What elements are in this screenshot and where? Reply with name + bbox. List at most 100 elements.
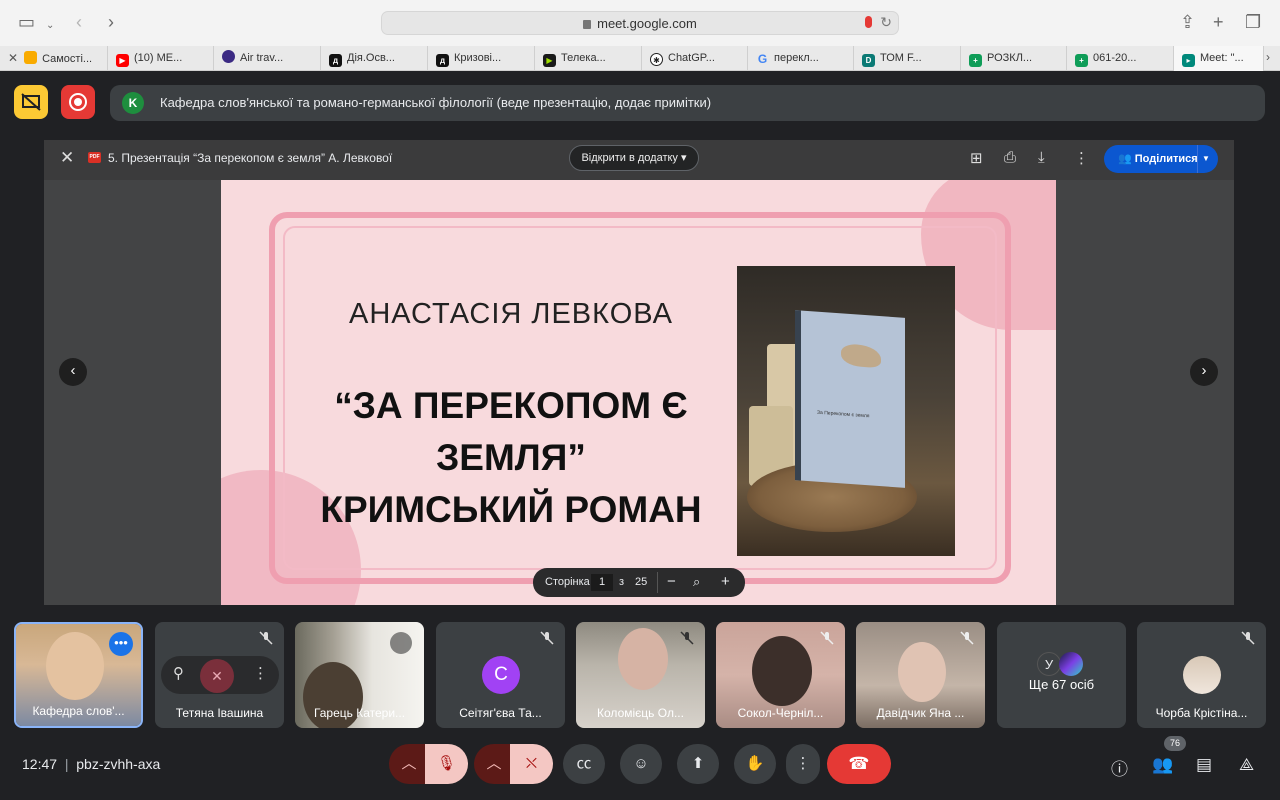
participant-tile[interactable]: С Сеітяг'єва Та... [436, 622, 565, 728]
mic-off-icon [820, 631, 834, 645]
tab-7[interactable]: Gперекл... [748, 46, 854, 71]
print-icon[interactable]: ⎙ [1004, 149, 1016, 166]
chevron-down-icon[interactable]: ⌄ [46, 16, 54, 36]
open-with-button[interactable]: Відкрити в додатку ▾ [569, 145, 699, 171]
end-call-button[interactable]: ☎ [827, 744, 891, 784]
chevron-left-icon: ‹ [70, 362, 76, 379]
microphone-active-icon[interactable] [865, 16, 872, 28]
previous-page-button[interactable]: ‹ [59, 358, 87, 386]
more-participants-tile[interactable]: У Ще 67 осіб [997, 622, 1126, 728]
presentation-banner: K Кафедра слов'янської та романо-германс… [110, 85, 1265, 121]
chatgpt-icon: ✱ [650, 53, 663, 66]
chat-icon[interactable]: ▤ [1196, 755, 1212, 775]
new-tab-icon[interactable]: + [1213, 12, 1224, 32]
chevron-up-icon: ︿ [486, 755, 502, 772]
face-shape [898, 642, 946, 702]
tab-bar: ✕ Самості... ▶ (10) МЕ... Air trav... д Дія… [0, 46, 1280, 71]
hand-icon: ✋ [745, 755, 765, 772]
tab-4[interactable]: д Кризові... [428, 46, 535, 71]
recording-button[interactable] [61, 85, 95, 119]
back-icon[interactable]: ‹ [76, 12, 82, 32]
present-button[interactable]: ⬆ [677, 744, 719, 784]
participant-name: Тетяна Івашина [175, 706, 264, 720]
share-icon[interactable]: ⇪ [1180, 12, 1195, 32]
tab-overflow-icon[interactable]: › [1266, 50, 1270, 64]
tab-6[interactable]: ✱ ChatGP... [642, 46, 748, 71]
people-icon: 👥 [1118, 153, 1132, 165]
diia-icon: д [436, 54, 449, 67]
participant-tile[interactable]: ⚲ ✕ ⋮ Тетяна Івашина [155, 622, 284, 728]
address-bar[interactable]: meet.google.com ↻ [381, 11, 899, 35]
participant-name: Чорба Крістіна... [1155, 706, 1248, 720]
participant-tile[interactable]: Давідчик Яна ... [856, 622, 985, 728]
tab-0[interactable]: ✕ Самості... [0, 46, 108, 71]
favicon-icon: D [862, 54, 875, 67]
book-photo: За Перекопом є земля [737, 266, 955, 556]
meeting-time: 12:47 [22, 756, 58, 772]
zoom-in-icon[interactable]: + [721, 572, 730, 592]
next-page-button[interactable]: › [1190, 358, 1218, 386]
tab-11-active[interactable]: ▸ Meet: "... [1174, 46, 1264, 71]
participant-tile[interactable]: Чорба Крістіна... [1137, 622, 1266, 728]
sidebar-toggle-icon[interactable]: ▭ [18, 12, 35, 32]
tab-5[interactable]: ▶ Телека... [535, 46, 642, 71]
tab-8[interactable]: D ТОМ F... [854, 46, 961, 71]
present-screen-icon: ⬆ [691, 755, 705, 772]
tab-9[interactable]: + РОЗКЛ... [961, 46, 1067, 71]
google-icon: G [757, 52, 768, 66]
tab-2[interactable]: Air trav... [214, 46, 321, 71]
audio-options-button[interactable]: ︿ [389, 744, 429, 784]
emoji-icon: ☺ [633, 755, 649, 772]
close-icon[interactable]: ✕ [60, 148, 74, 168]
share-dropdown-icon[interactable]: ▼ [1202, 145, 1210, 173]
microphone-toggle-button[interactable]: 🎙 [425, 744, 468, 784]
slide-author: АНАСТАСІЯ ЛЕВКОВА [349, 298, 673, 330]
tab-10[interactable]: +061-20... [1067, 46, 1174, 71]
page-control: Сторінка 1 з 25 − ⌕ + [533, 568, 745, 597]
participant-tile[interactable]: Коломієць Ол... [576, 622, 705, 728]
participant-tile[interactable]: ••• Кафедра слов'... [14, 622, 143, 728]
participant-tile[interactable]: Гарець Катери... [295, 622, 424, 728]
diia-icon: д [329, 54, 342, 67]
reload-icon[interactable]: ↻ [880, 14, 892, 31]
document-title: 5. Презентація “За перекопом є земля” А.… [108, 151, 393, 165]
participant-avatar: С [482, 656, 520, 694]
more-options-icon[interactable]: ⋮ [253, 664, 268, 682]
download-icon[interactable]: ⤓ [1038, 149, 1045, 166]
youtube-icon: ▶ [116, 54, 129, 67]
close-icon[interactable]: ✕ [8, 51, 18, 65]
lock-icon [583, 20, 592, 29]
slide-title: “ЗА ПЕРЕКОПОМ Є ЗЕМЛЯ” КРИМСЬКИЙ РОМАН [320, 385, 702, 530]
zoom-out-icon[interactable]: − [667, 572, 676, 592]
forward-icon[interactable]: › [108, 12, 114, 32]
people-icon[interactable]: 👥 [1152, 755, 1173, 775]
more-options-icon[interactable]: ⋮ [1074, 149, 1089, 167]
raise-hand-button[interactable]: ✋ [734, 744, 776, 784]
tab-3[interactable]: д Дія.Осв... [321, 46, 428, 71]
meeting-details-icon[interactable]: ⓘ [1111, 755, 1128, 780]
video-options-button[interactable]: ︿ [474, 744, 514, 784]
add-comment-icon[interactable]: ⊞ [970, 149, 983, 167]
more-options-icon: ⋮ [795, 755, 811, 772]
activities-icon[interactable]: ⟁ [1239, 755, 1254, 775]
mute-participant-icon[interactable]: ✕ [200, 659, 234, 693]
camera-toggle-button[interactable]: ⛌ [510, 744, 553, 784]
tab-overview-icon[interactable]: ❐ [1245, 12, 1261, 32]
stop-presenting-button[interactable] [14, 85, 48, 119]
tab-1[interactable]: ▶ (10) МЕ... [108, 46, 214, 71]
participant-avatar-image [1183, 656, 1221, 694]
face-shape [46, 632, 104, 700]
participant-tile[interactable]: Сокол-Черніл... [716, 622, 845, 728]
zoom-icon[interactable]: ⌕ [693, 572, 700, 592]
more-options-icon[interactable]: ••• [109, 632, 133, 656]
pin-icon[interactable]: ⚲ [173, 664, 184, 682]
reactions-button[interactable]: ☺ [620, 744, 662, 784]
mic-off-icon [680, 631, 694, 645]
share-button[interactable]: 👥 Поділитися [1104, 145, 1218, 173]
captions-button[interactable]: ㏄ [563, 744, 605, 784]
slide: АНАСТАСІЯ ЛЕВКОВА “ЗА ПЕРЕКОПОМ Є ЗЕМЛЯ”… [221, 180, 1056, 605]
shared-screen: ✕ PDF 5. Презентація “За перекопом є зем… [44, 140, 1234, 605]
more-options-button[interactable]: ⋮ [786, 744, 820, 784]
mic-off-icon [960, 631, 974, 645]
page-number-input[interactable]: 1 [591, 574, 613, 591]
